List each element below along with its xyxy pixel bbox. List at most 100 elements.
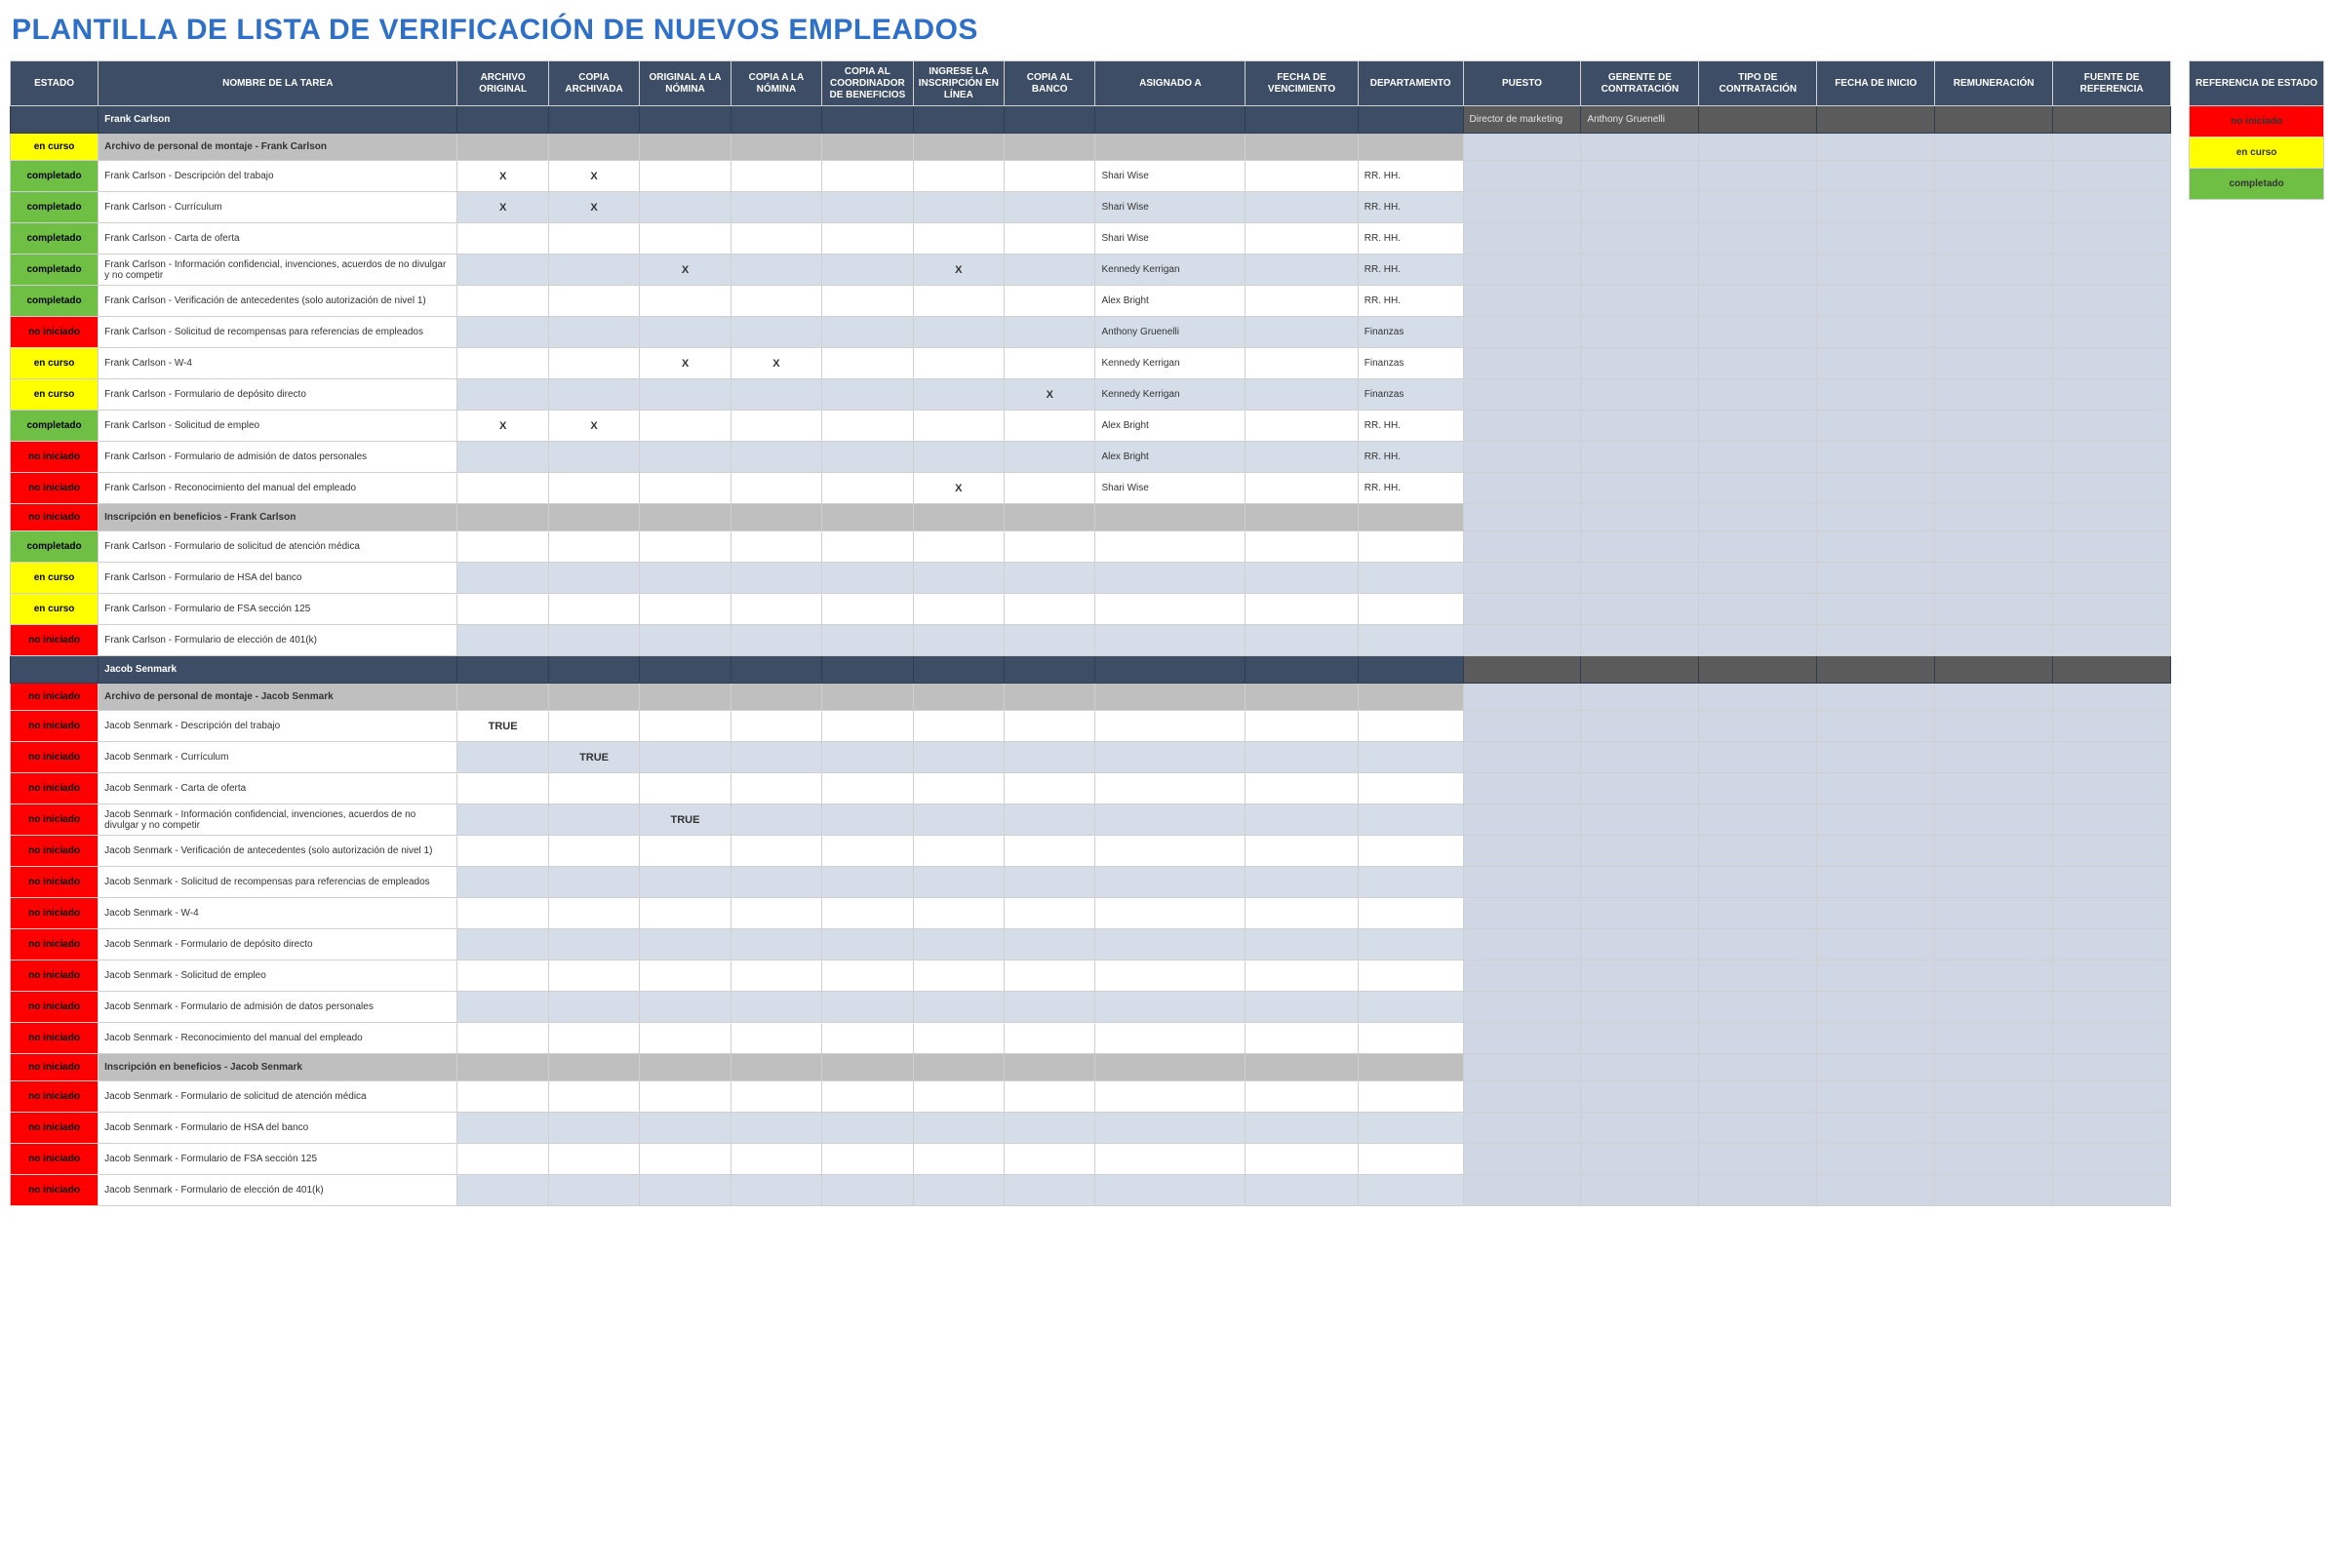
duedate-cell[interactable] xyxy=(1246,992,1358,1023)
right-blank-cell[interactable] xyxy=(1463,379,1581,411)
check-cell[interactable] xyxy=(731,161,821,192)
check-cell[interactable] xyxy=(548,442,639,473)
check-cell[interactable] xyxy=(913,379,1004,411)
status-cell[interactable]: no iniciado xyxy=(11,804,99,836)
dept-cell[interactable] xyxy=(1358,960,1463,992)
check-cell[interactable] xyxy=(731,411,821,442)
right-blank-cell[interactable] xyxy=(1699,442,1817,473)
right-blank-cell[interactable] xyxy=(1463,1113,1581,1144)
right-blank-cell[interactable] xyxy=(1699,348,1817,379)
check-cell[interactable] xyxy=(731,960,821,992)
check-cell[interactable] xyxy=(822,563,913,594)
right-blank-cell[interactable] xyxy=(1699,773,1817,804)
assigned-cell[interactable]: Shari Wise xyxy=(1095,192,1246,223)
right-blank-cell[interactable] xyxy=(1817,1081,1935,1113)
check-cell[interactable] xyxy=(913,867,1004,898)
check-cell[interactable] xyxy=(1005,773,1095,804)
right-blank-cell[interactable] xyxy=(1581,563,1699,594)
assigned-cell[interactable] xyxy=(1095,867,1246,898)
right-blank-cell[interactable] xyxy=(1935,317,2053,348)
check-cell[interactable] xyxy=(822,348,913,379)
right-blank-cell[interactable] xyxy=(1817,473,1935,504)
check-cell[interactable] xyxy=(640,473,731,504)
check-cell[interactable] xyxy=(731,1023,821,1054)
task-name-cell[interactable]: Jacob Senmark - Formulario de depósito d… xyxy=(99,929,457,960)
status-cell[interactable]: en curso xyxy=(11,563,99,594)
right-blank-cell[interactable] xyxy=(1935,867,2053,898)
check-cell[interactable] xyxy=(731,317,821,348)
check-cell[interactable]: X xyxy=(1005,379,1095,411)
right-blank-cell[interactable] xyxy=(1817,898,1935,929)
right-blank-cell[interactable] xyxy=(1463,473,1581,504)
check-cell[interactable] xyxy=(822,867,913,898)
check-cell[interactable] xyxy=(548,1023,639,1054)
check-cell[interactable] xyxy=(640,594,731,625)
task-name-cell[interactable]: Frank Carlson - Solicitud de recompensas… xyxy=(99,317,457,348)
right-blank-cell[interactable] xyxy=(1699,836,1817,867)
check-cell[interactable] xyxy=(913,442,1004,473)
check-cell[interactable] xyxy=(731,773,821,804)
check-cell[interactable] xyxy=(1005,867,1095,898)
check-cell[interactable] xyxy=(640,625,731,656)
right-blank-cell[interactable] xyxy=(1817,836,1935,867)
check-cell[interactable] xyxy=(822,473,913,504)
check-cell[interactable] xyxy=(640,711,731,742)
right-blank-cell[interactable] xyxy=(2053,992,2171,1023)
check-cell[interactable] xyxy=(913,317,1004,348)
assigned-cell[interactable]: Alex Bright xyxy=(1095,286,1246,317)
status-cell[interactable]: en curso xyxy=(11,379,99,411)
right-blank-cell[interactable] xyxy=(2053,867,2171,898)
right-blank-cell[interactable] xyxy=(1581,411,1699,442)
right-blank-cell[interactable] xyxy=(1581,192,1699,223)
duedate-cell[interactable] xyxy=(1246,473,1358,504)
check-cell[interactable] xyxy=(913,563,1004,594)
check-cell[interactable] xyxy=(913,223,1004,255)
dept-cell[interactable]: RR. HH. xyxy=(1358,286,1463,317)
right-blank-cell[interactable] xyxy=(1463,411,1581,442)
task-name-cell[interactable]: Jacob Senmark - Reconocimiento del manua… xyxy=(99,1023,457,1054)
check-cell[interactable] xyxy=(457,836,548,867)
right-blank-cell[interactable] xyxy=(1463,563,1581,594)
duedate-cell[interactable] xyxy=(1246,1175,1358,1206)
check-cell[interactable] xyxy=(548,255,639,286)
check-cell[interactable] xyxy=(640,742,731,773)
check-cell[interactable] xyxy=(1005,161,1095,192)
check-cell[interactable] xyxy=(731,625,821,656)
task-name-cell[interactable]: Jacob Senmark - Formulario de admisión d… xyxy=(99,992,457,1023)
right-blank-cell[interactable] xyxy=(1463,161,1581,192)
check-cell[interactable] xyxy=(640,563,731,594)
right-blank-cell[interactable] xyxy=(1817,867,1935,898)
check-cell[interactable] xyxy=(457,594,548,625)
right-blank-cell[interactable] xyxy=(1935,898,2053,929)
check-cell[interactable] xyxy=(457,867,548,898)
right-blank-cell[interactable] xyxy=(1463,1175,1581,1206)
right-blank-cell[interactable] xyxy=(1935,836,2053,867)
right-blank-cell[interactable] xyxy=(2053,1175,2171,1206)
right-blank-cell[interactable] xyxy=(1817,223,1935,255)
check-cell[interactable] xyxy=(457,1023,548,1054)
task-name-cell[interactable]: Frank Carlson - Carta de oferta xyxy=(99,223,457,255)
status-cell[interactable]: no iniciado xyxy=(11,867,99,898)
right-blank-cell[interactable] xyxy=(1463,625,1581,656)
right-blank-cell[interactable] xyxy=(1581,1113,1699,1144)
check-cell[interactable] xyxy=(731,531,821,563)
check-cell[interactable] xyxy=(822,317,913,348)
check-cell[interactable] xyxy=(822,804,913,836)
check-cell[interactable] xyxy=(457,742,548,773)
right-blank-cell[interactable] xyxy=(1463,804,1581,836)
check-cell[interactable]: TRUE xyxy=(457,711,548,742)
assigned-cell[interactable] xyxy=(1095,1113,1246,1144)
check-cell[interactable] xyxy=(457,286,548,317)
check-cell[interactable]: X xyxy=(731,348,821,379)
dept-cell[interactable] xyxy=(1358,1023,1463,1054)
duedate-cell[interactable] xyxy=(1246,348,1358,379)
check-cell[interactable] xyxy=(457,317,548,348)
check-cell[interactable] xyxy=(731,379,821,411)
status-cell[interactable]: no iniciado xyxy=(11,625,99,656)
right-blank-cell[interactable] xyxy=(1699,898,1817,929)
check-cell[interactable] xyxy=(548,960,639,992)
assigned-cell[interactable] xyxy=(1095,625,1246,656)
task-name-cell[interactable]: Frank Carlson - W-4 xyxy=(99,348,457,379)
check-cell[interactable] xyxy=(822,442,913,473)
duedate-cell[interactable] xyxy=(1246,255,1358,286)
